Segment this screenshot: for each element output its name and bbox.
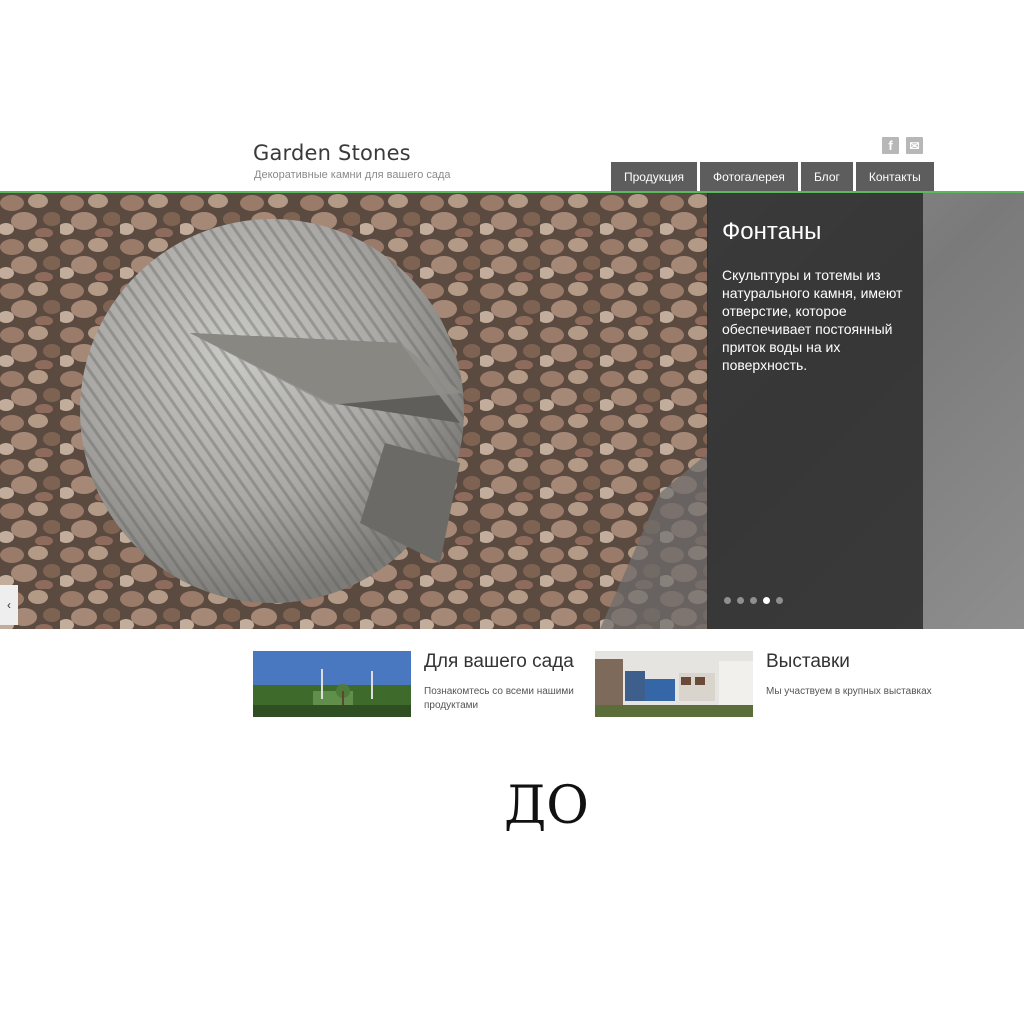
hero-slider: Фонтаны Скульптуры и тотемы из натуральн… xyxy=(0,193,1024,629)
slide-pagination xyxy=(724,597,789,604)
slide-description: Скульптуры и тотемы из натурального камн… xyxy=(722,267,903,373)
slide-title: Фонтаны xyxy=(722,218,822,245)
card-description: Мы участвуем в крупных выставках xyxy=(766,686,932,697)
garden-thumbnail[interactable] xyxy=(253,651,411,717)
site-tagline: Декоративные камни для вашего сада xyxy=(254,169,451,181)
slide-dot-1[interactable] xyxy=(724,597,731,604)
mail-icon[interactable]: ✉ xyxy=(906,137,923,154)
before-label: ДО xyxy=(504,776,589,836)
nav-item-contacts[interactable]: Контакты xyxy=(855,162,934,192)
site-title[interactable]: Garden Stones xyxy=(253,141,411,165)
chevron-left-icon: ‹ xyxy=(7,598,11,612)
slider-prev-button[interactable]: ‹ xyxy=(0,585,18,625)
slide-caption-panel xyxy=(707,193,923,629)
slide-dot-2[interactable] xyxy=(737,597,744,604)
hero-image-pebbles xyxy=(0,193,708,629)
facebook-link[interactable]: f xyxy=(882,137,899,154)
card-description: Познакомтесь со всеми нашими продуктами xyxy=(424,686,574,711)
exhibition-thumbnail[interactable] xyxy=(595,651,753,717)
slide-dot-5[interactable] xyxy=(776,597,783,604)
nav-item-gallery[interactable]: Фотогалерея xyxy=(700,162,798,192)
nav-item-products[interactable]: Продукция xyxy=(611,162,698,192)
card-title[interactable]: Выставки xyxy=(766,651,850,673)
nav-item-blog[interactable]: Блог xyxy=(800,162,853,192)
card-title[interactable]: Для вашего сада xyxy=(424,651,574,673)
slide-dot-4[interactable] xyxy=(763,597,770,604)
mail-link[interactable]: ✉ xyxy=(906,137,923,154)
slide-dot-3[interactable] xyxy=(750,597,757,604)
facebook-icon[interactable]: f xyxy=(882,137,899,154)
main-nav: Продукция Фотогалерея Блог Контакты xyxy=(611,162,934,192)
